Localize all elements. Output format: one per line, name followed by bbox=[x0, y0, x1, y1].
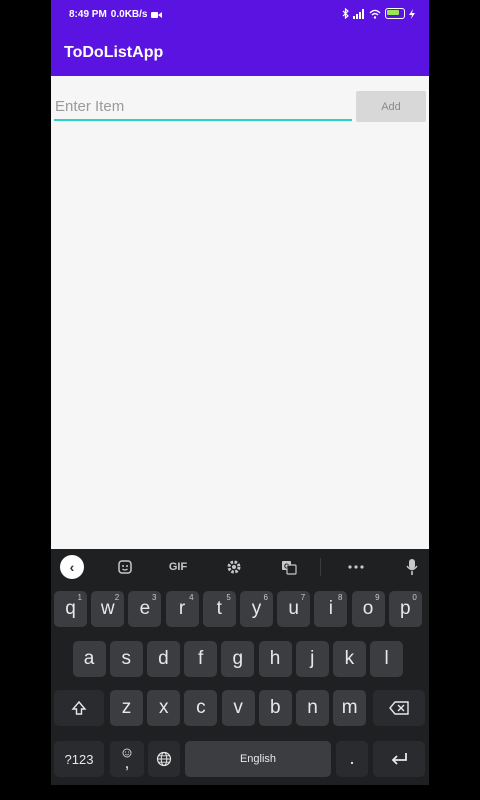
status-time: 8:49 PM bbox=[69, 9, 107, 20]
key-label: q bbox=[65, 598, 76, 619]
symbols-key[interactable]: ?123 bbox=[54, 741, 104, 777]
key-label: o bbox=[362, 598, 374, 619]
status-right bbox=[342, 8, 415, 19]
key-label: p bbox=[400, 598, 411, 619]
battery-icon bbox=[385, 8, 405, 19]
backspace-icon bbox=[389, 701, 409, 715]
globe-icon bbox=[156, 751, 172, 767]
charging-bolt-icon bbox=[409, 8, 415, 19]
key-label: u bbox=[288, 598, 299, 619]
sticker-button[interactable] bbox=[113, 556, 137, 578]
key-j[interactable]: j bbox=[295, 641, 329, 677]
key-c[interactable]: c bbox=[184, 690, 218, 726]
key-q[interactable]: q1 bbox=[54, 591, 87, 627]
key-number-hint: 7 bbox=[300, 593, 306, 602]
key-label: i bbox=[328, 598, 333, 619]
period-key[interactable]: . bbox=[336, 741, 368, 777]
signal-icon bbox=[353, 8, 364, 19]
bluetooth-icon bbox=[342, 8, 349, 19]
shift-arrow-icon bbox=[71, 700, 87, 715]
key-label: y bbox=[251, 598, 262, 619]
key-number-hint: 1 bbox=[77, 593, 82, 602]
keyboard-toolbar: ‹ GIF G bbox=[51, 549, 429, 587]
key-h[interactable]: h bbox=[258, 641, 292, 677]
key-f[interactable]: f bbox=[184, 641, 218, 677]
key-number-hint: 6 bbox=[263, 593, 268, 602]
key-l[interactable]: l bbox=[370, 641, 404, 677]
key-label: r bbox=[178, 598, 186, 619]
comma-label: , bbox=[124, 753, 130, 772]
key-y[interactable]: y6 bbox=[240, 591, 273, 627]
key-g[interactable]: g bbox=[221, 641, 255, 677]
key-k[interactable]: k bbox=[332, 641, 366, 677]
key-number-hint: 9 bbox=[375, 593, 380, 602]
key-t[interactable]: t5 bbox=[202, 591, 236, 627]
key-number-hint: 2 bbox=[114, 593, 120, 602]
language-key[interactable] bbox=[148, 741, 180, 777]
key-e[interactable]: e3 bbox=[128, 591, 162, 627]
enter-arrow-icon bbox=[391, 753, 407, 765]
microphone-icon bbox=[406, 559, 418, 575]
navigation-bar bbox=[51, 785, 429, 800]
backspace-key[interactable] bbox=[373, 690, 425, 726]
key-i[interactable]: i8 bbox=[314, 591, 348, 627]
shift-key[interactable] bbox=[54, 690, 104, 726]
key-m[interactable]: m bbox=[333, 690, 367, 726]
key-b[interactable]: b bbox=[258, 690, 292, 726]
voice-input-button[interactable] bbox=[401, 556, 423, 578]
phone-screen: 8:49 PM 0.0KB/s ToDoListApp Add ‹ GIF bbox=[51, 0, 429, 800]
key-n[interactable]: n bbox=[296, 690, 329, 726]
gif-label: GIF bbox=[168, 561, 188, 573]
main-content: Add bbox=[51, 76, 429, 549]
svg-text:G: G bbox=[284, 564, 290, 571]
key-z[interactable]: z bbox=[110, 690, 143, 726]
add-button[interactable]: Add bbox=[356, 91, 426, 122]
key-number-hint: 0 bbox=[412, 593, 417, 602]
key-label: t bbox=[216, 598, 222, 619]
status-net-speed: 0.0KB/s bbox=[110, 9, 148, 20]
key-x[interactable]: x bbox=[147, 690, 181, 726]
toolbar-separator bbox=[320, 558, 321, 576]
key-label: w bbox=[100, 598, 115, 619]
settings-button[interactable] bbox=[222, 556, 246, 578]
key-w[interactable]: w2 bbox=[91, 591, 125, 627]
chevron-left-icon: ‹ bbox=[60, 555, 84, 579]
key-number-hint: 5 bbox=[226, 593, 231, 602]
key-number-hint: 4 bbox=[189, 593, 194, 602]
emoji-comma-key[interactable]: , bbox=[110, 741, 144, 777]
key-v[interactable]: v bbox=[221, 690, 255, 726]
key-r[interactable]: r4 bbox=[165, 591, 199, 627]
soft-keyboard: ‹ GIF G q1w2e3r4t5y6u7i8o9p0 asdfghj k l… bbox=[51, 549, 429, 785]
gear-icon bbox=[227, 560, 241, 574]
item-input[interactable] bbox=[54, 93, 352, 121]
app-bar: ToDoListApp bbox=[51, 30, 429, 76]
status-left: 8:49 PM 0.0KB/s bbox=[69, 9, 163, 20]
key-number-hint: 3 bbox=[151, 593, 157, 602]
key-o[interactable]: o9 bbox=[351, 591, 385, 627]
sticker-icon bbox=[118, 560, 132, 574]
enter-key[interactable] bbox=[373, 741, 425, 777]
wifi-icon bbox=[369, 9, 381, 19]
more-dots-icon bbox=[348, 565, 364, 569]
translate-icon: G bbox=[282, 561, 297, 575]
key-label: e bbox=[139, 598, 151, 619]
key-d[interactable]: d bbox=[146, 641, 180, 677]
key-p[interactable]: p0 bbox=[388, 591, 422, 627]
more-options-button[interactable] bbox=[343, 556, 369, 578]
key-number-hint: 8 bbox=[337, 593, 343, 602]
key-u[interactable]: u7 bbox=[277, 591, 311, 627]
video-camera-icon bbox=[151, 11, 163, 18]
gif-button[interactable]: GIF bbox=[163, 556, 193, 578]
collapse-toolbar-button[interactable]: ‹ bbox=[59, 555, 85, 579]
app-title: ToDoListApp bbox=[64, 44, 164, 61]
space-key[interactable]: English bbox=[185, 741, 331, 777]
key-s[interactable]: s bbox=[109, 641, 143, 677]
translate-button[interactable]: G bbox=[277, 556, 301, 578]
status-bar: 8:49 PM 0.0KB/s bbox=[51, 0, 429, 30]
key-a[interactable]: a bbox=[72, 641, 106, 677]
